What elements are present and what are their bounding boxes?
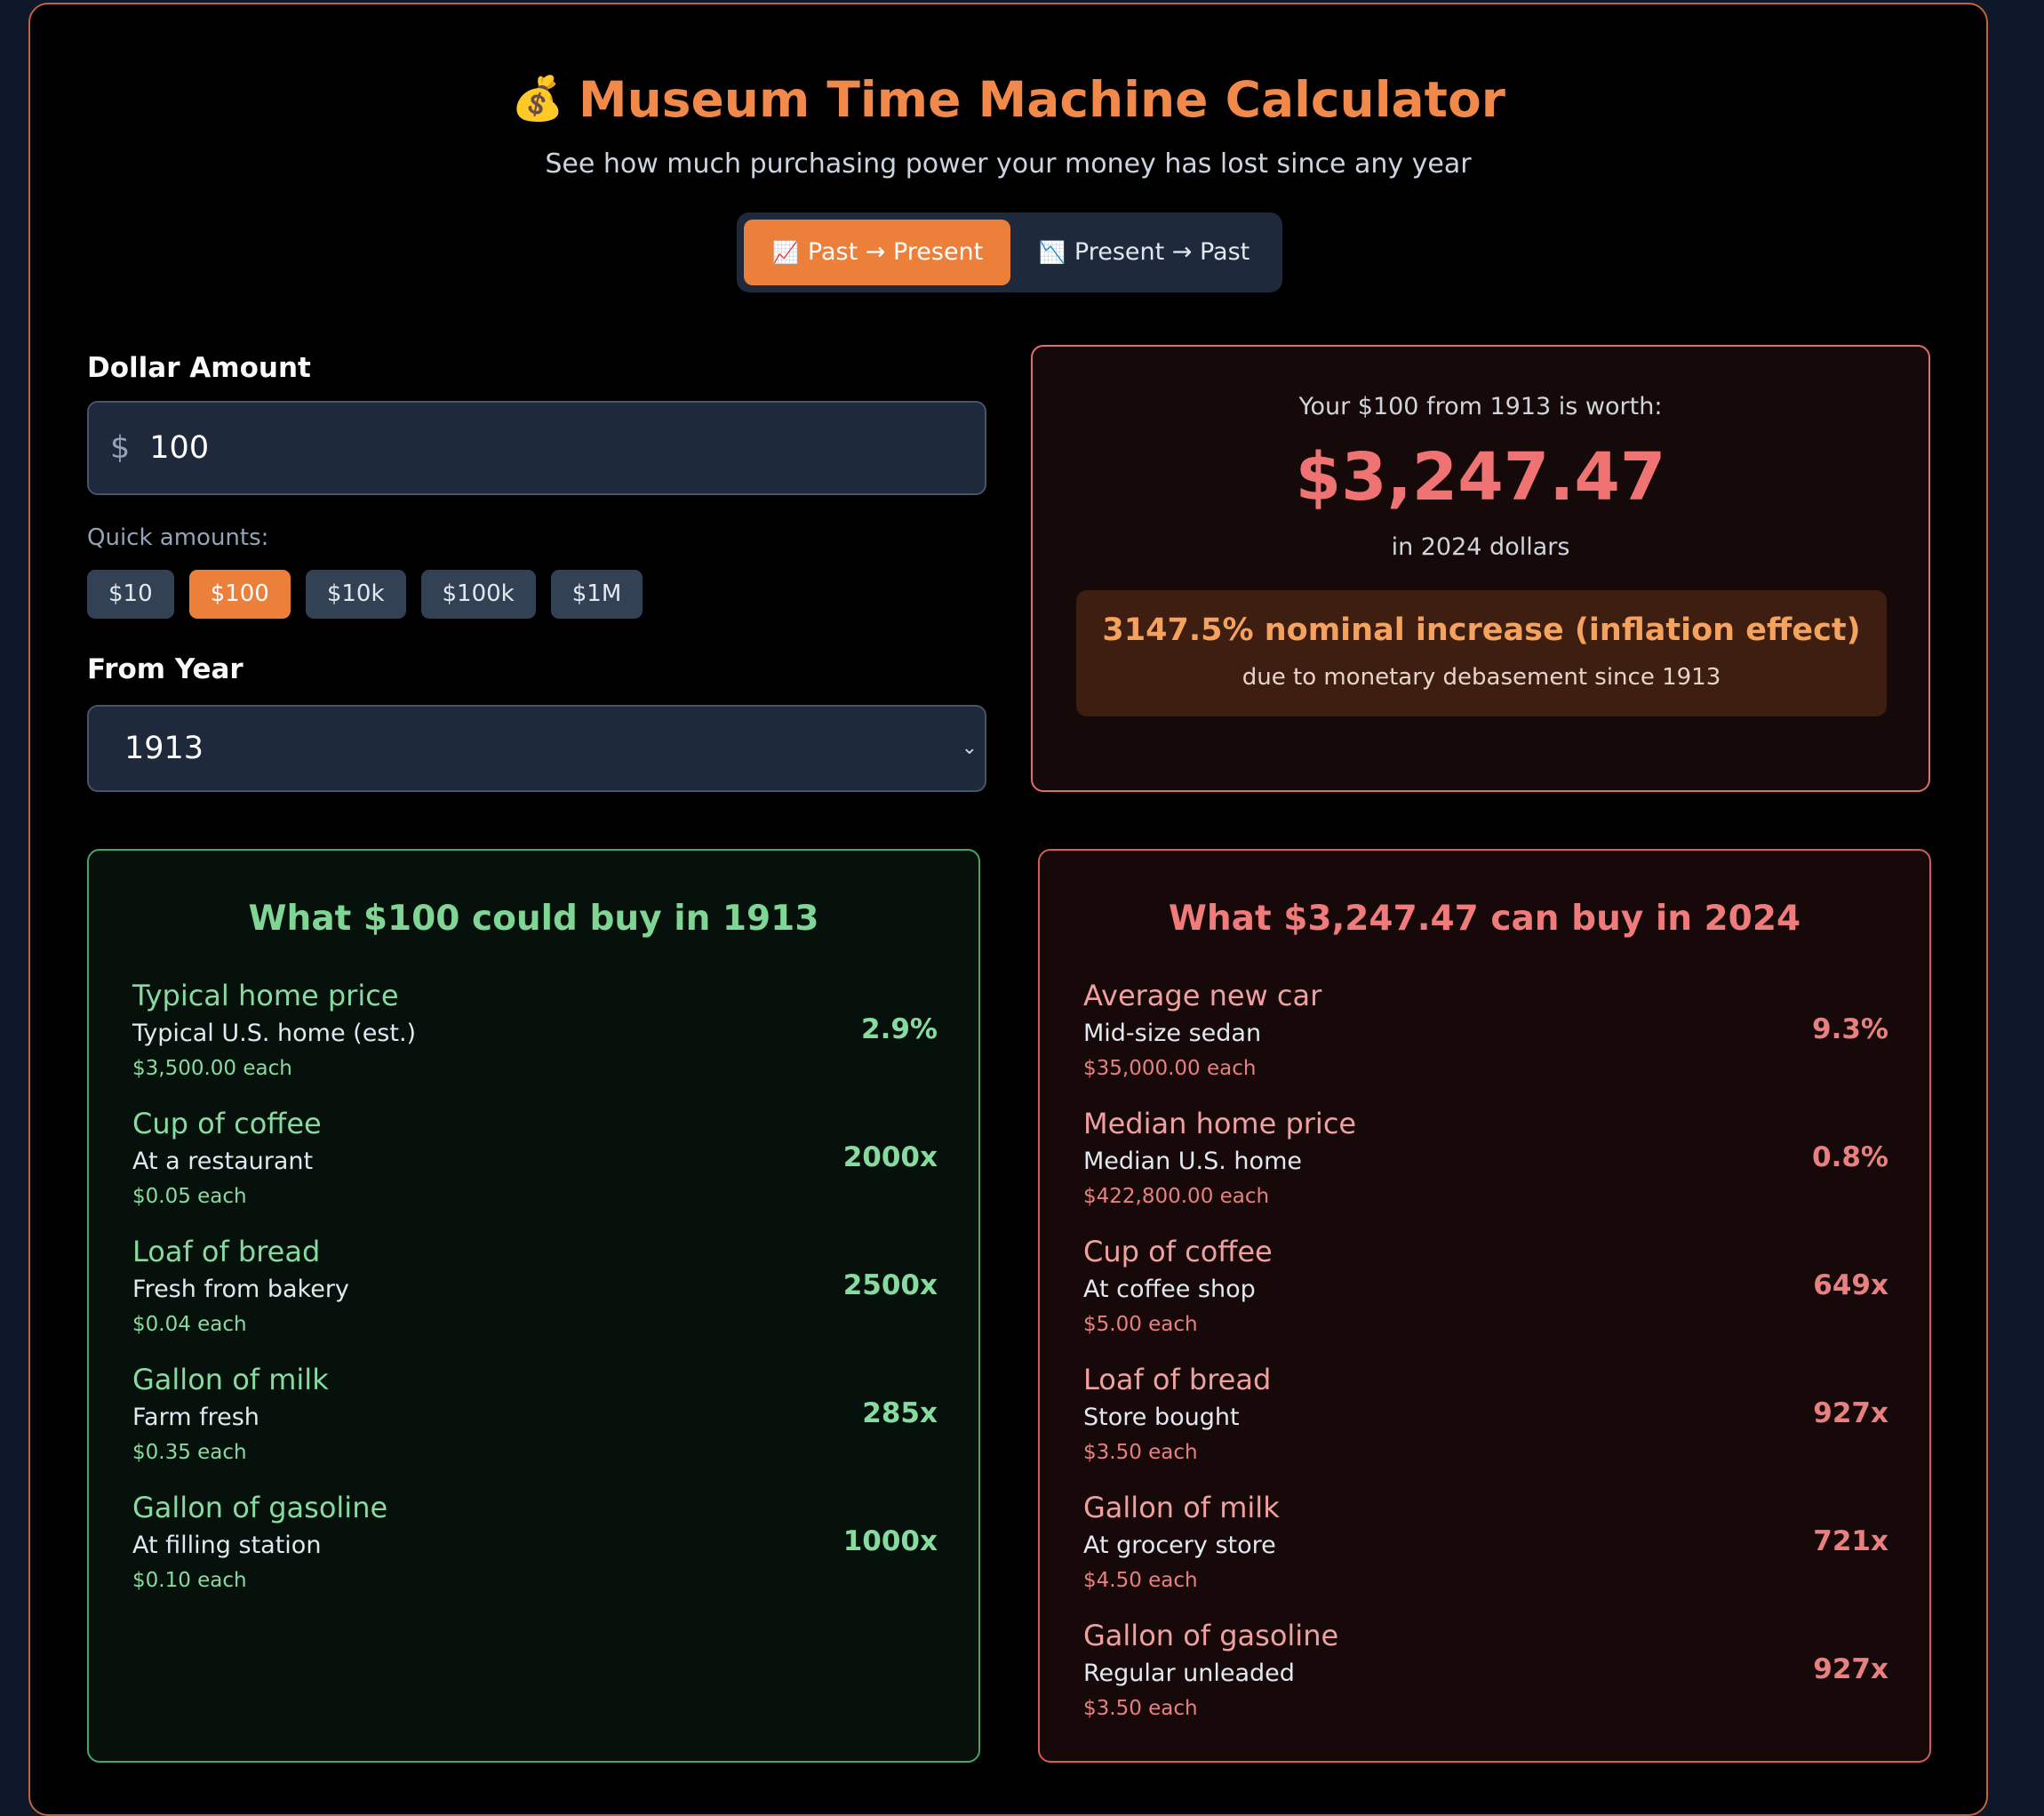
list-item: Gallon of milk At grocery store $4.50 ea…: [1083, 1489, 1888, 1604]
result-box: Your $100 from 1913 is worth: $3,247.47 …: [1031, 345, 1930, 792]
page-subtitle: See how much purchasing power your money…: [545, 148, 1472, 180]
item-quantity: 2000x: [842, 1141, 938, 1173]
list-item: Loaf of bread Store bought $3.50 each 92…: [1083, 1361, 1888, 1476]
quick-amounts-row: $10 $100 $10k $100k $1M: [87, 570, 643, 619]
item-price: $0.35 each: [132, 1441, 247, 1464]
quick-amount-10[interactable]: $10: [87, 570, 174, 619]
item-price: $0.05 each: [132, 1185, 247, 1208]
item-quantity: 2.9%: [861, 1013, 938, 1045]
present-to-past-button[interactable]: 📉 Present → Past: [1010, 220, 1278, 285]
item-description: Store bought: [1083, 1404, 1240, 1431]
past-card-title: What $100 could buy in 1913: [248, 899, 819, 939]
list-item: Median home price Median U.S. home $422,…: [1083, 1105, 1888, 1220]
item-quantity: 649x: [1813, 1269, 1888, 1301]
item-quantity: 721x: [1813, 1525, 1888, 1557]
item-description: Mid-size sedan: [1083, 1020, 1262, 1047]
item-price: $35,000.00 each: [1083, 1057, 1257, 1080]
item-price: $3,500.00 each: [132, 1057, 292, 1080]
present-purchases-card: What $3,247.47 can buy in 2024 Average n…: [1038, 849, 1931, 1763]
list-item: Cup of coffee At a restaurant $0.05 each…: [132, 1105, 938, 1220]
item-name: Gallon of gasoline: [132, 1491, 388, 1524]
inflation-callout: 3147.5% nominal increase (inflation effe…: [1076, 590, 1887, 716]
item-description: Farm fresh: [132, 1404, 259, 1431]
item-quantity: 285x: [862, 1397, 938, 1429]
past-purchases-card: What $100 could buy in 1913 Typical home…: [87, 849, 980, 1763]
from-year-value: 1913: [124, 731, 204, 766]
item-quantity: 2500x: [842, 1269, 938, 1301]
list-item: Gallon of milk Farm fresh $0.35 each 285…: [132, 1361, 938, 1476]
list-item: Gallon of gasoline Regular unleaded $3.5…: [1083, 1617, 1888, 1732]
quick-amount-100k[interactable]: $100k: [420, 570, 536, 619]
item-name: Gallon of gasoline: [1083, 1619, 1339, 1652]
present-card-title: What $3,247.47 can buy in 2024: [1168, 899, 1801, 939]
list-item: Typical home price Typical U.S. home (es…: [132, 977, 938, 1092]
inflation-note: due to monetary debasement since 1913: [1242, 664, 1721, 691]
item-description: At filling station: [132, 1532, 322, 1559]
item-description: Fresh from bakery: [132, 1276, 349, 1303]
item-description: Regular unleaded: [1083, 1660, 1295, 1687]
present-to-past-label: Present → Past: [1074, 238, 1250, 266]
item-name: Gallon of milk: [132, 1363, 329, 1396]
currency-symbol: $: [110, 430, 131, 466]
quick-amount-100[interactable]: $100: [188, 570, 291, 619]
mode-toggle: 📈 Past → Present 📉 Present → Past: [737, 212, 1282, 292]
quick-amount-1m[interactable]: $1M: [550, 570, 643, 619]
dollar-amount-label: Dollar Amount: [87, 352, 311, 384]
item-name: Cup of coffee: [132, 1107, 322, 1140]
from-year-label: From Year: [87, 653, 244, 685]
dollar-amount-value: 100: [149, 430, 210, 466]
item-description: At coffee shop: [1083, 1276, 1256, 1303]
item-price: $0.10 each: [132, 1569, 247, 1592]
chart-down-icon: 📉: [1039, 240, 1066, 265]
item-name: Average new car: [1083, 979, 1322, 1012]
dollar-amount-input[interactable]: $100: [87, 401, 986, 495]
list-item: Average new car Mid-size sedan $35,000.0…: [1083, 977, 1888, 1092]
item-price: $422,800.00 each: [1083, 1185, 1270, 1208]
item-quantity: 0.8%: [1812, 1141, 1888, 1173]
item-price: $3.50 each: [1083, 1441, 1198, 1464]
page-title-text: Museum Time Machine Calculator: [578, 71, 1505, 128]
item-quantity: 927x: [1813, 1653, 1888, 1685]
past-to-present-label: Past → Present: [807, 238, 984, 266]
result-unit: in 2024 dollars: [1391, 533, 1570, 561]
item-description: At grocery store: [1083, 1532, 1276, 1559]
item-name: Loaf of bread: [1083, 1363, 1272, 1396]
item-name: Gallon of milk: [1083, 1491, 1280, 1524]
item-price: $5.00 each: [1083, 1313, 1198, 1336]
item-description: At a restaurant: [132, 1148, 314, 1175]
item-name: Cup of coffee: [1083, 1235, 1273, 1268]
result-intro: Your $100 from 1913 is worth:: [1298, 393, 1663, 420]
item-name: Loaf of bread: [132, 1235, 321, 1268]
list-item: Cup of coffee At coffee shop $5.00 each …: [1083, 1233, 1888, 1348]
list-item: Gallon of gasoline At filling station $0…: [132, 1489, 938, 1604]
chart-up-icon: 📈: [772, 240, 799, 265]
item-name: Median home price: [1083, 1107, 1357, 1140]
page-title: 💰 Museum Time Machine Calculator: [30, 65, 1986, 133]
from-year-select[interactable]: 1913 ⌄: [87, 705, 986, 792]
past-to-present-button[interactable]: 📈 Past → Present: [744, 220, 1010, 285]
money-bag-icon: 💰: [511, 74, 564, 124]
list-item: Loaf of bread Fresh from bakery $0.04 ea…: [132, 1233, 938, 1348]
quick-amount-10k[interactable]: $10k: [305, 570, 406, 619]
item-price: $0.04 each: [132, 1313, 247, 1336]
item-price: $3.50 each: [1083, 1697, 1198, 1720]
result-value: $3,247.47: [1295, 439, 1666, 516]
item-quantity: 1000x: [842, 1525, 938, 1557]
inflation-increase: 3147.5% nominal increase (inflation effe…: [1102, 612, 1861, 648]
item-name: Typical home price: [132, 979, 399, 1012]
item-quantity: 927x: [1813, 1397, 1888, 1429]
item-quantity: 9.3%: [1812, 1013, 1888, 1045]
chevron-down-icon: ⌄: [961, 737, 978, 759]
item-description: Median U.S. home: [1083, 1148, 1302, 1175]
quick-amounts-label: Quick amounts:: [87, 524, 269, 551]
item-description: Typical U.S. home (est.): [132, 1020, 417, 1047]
item-price: $4.50 each: [1083, 1569, 1198, 1592]
